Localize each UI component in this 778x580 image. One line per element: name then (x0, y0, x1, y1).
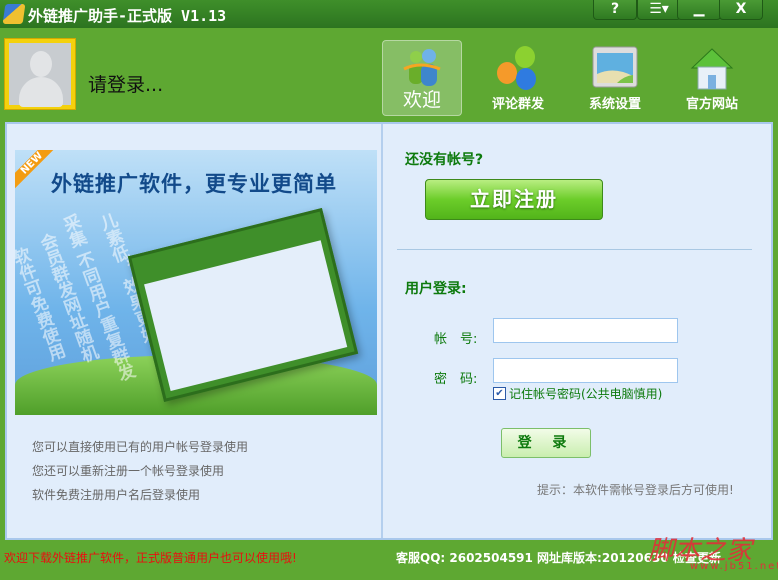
login-button[interactable]: 登 录 (501, 428, 591, 458)
nav-welcome[interactable]: 欢迎 (382, 40, 462, 116)
close-button[interactable]: X (719, 0, 763, 20)
nav-label: 欢迎 (402, 89, 441, 111)
tip-text: 您还可以重新注册一个帐号登录使用 (32, 464, 225, 478)
remember-checkbox[interactable]: ✔ (493, 387, 506, 400)
header: 请登录... 欢迎 评论群发 系统设置 官方网站 (0, 28, 778, 122)
bubbles-icon (497, 46, 536, 90)
tip-text: 您可以直接使用已有的用户帐号登录使用 (32, 440, 249, 454)
login-pane: 还没有帐号? 立即注册 用户登录: 帐 号: 密 码: ✔ 记住帐号密码(公共电… (387, 124, 771, 538)
avatar[interactable] (5, 39, 75, 109)
nav-official-site[interactable]: 官方网站 (672, 40, 752, 116)
password-label: 密 码: (434, 372, 478, 387)
tip-text: 软件免费注册用户名后登录使用 (32, 488, 201, 502)
minimize-button[interactable]: ▁ (677, 0, 721, 20)
window-title: 外链推广助手-正式版 V1.13 (28, 7, 227, 25)
nav-system-settings[interactable]: 系统设置 (575, 40, 655, 116)
register-heading: 还没有帐号? (405, 152, 484, 168)
login-hint: 提示：本软件需帐号登录后方可使用! (537, 483, 734, 497)
login-prompt: 请登录... (88, 74, 164, 96)
nav-label: 系统设置 (588, 97, 641, 112)
register-button[interactable]: 立即注册 (425, 179, 603, 220)
settings-window-icon (592, 46, 638, 88)
account-label: 帐 号: (434, 332, 478, 347)
promo-banner: NEW 外链推广软件，更专业更简单 软件可免费使用 会员群发网址随机 采集 不同… (15, 150, 377, 415)
nav-label: 官方网站 (685, 97, 738, 112)
app-icon (2, 4, 26, 24)
password-input[interactable] (493, 358, 678, 383)
watermark-url: www.jb51.net (690, 561, 778, 572)
login-heading: 用户登录: (405, 281, 467, 297)
account-input[interactable] (493, 318, 678, 343)
main-panel: NEW 外链推广软件，更专业更简单 软件可免费使用 会员群发网址随机 采集 不同… (5, 122, 773, 540)
remember-label[interactable]: 记住帐号密码(公共电脑慎用) (509, 385, 662, 402)
users-icon (403, 49, 441, 86)
house-icon (690, 48, 734, 90)
banner-slogan: 外链推广软件，更专业更简单 (51, 172, 337, 196)
title-bar: 外链推广助手-正式版 V1.13 ? ☰▾ ▁ X (0, 0, 778, 28)
welcome-pane: NEW 外链推广软件，更专业更简单 软件可免费使用 会员群发网址随机 采集 不同… (7, 124, 383, 538)
nav-comment-broadcast[interactable]: 评论群发 (478, 40, 558, 116)
footer-notice: 欢迎下载外链推广软件，正式版普通用户也可以使用哦! (4, 551, 297, 565)
help-button[interactable]: ? (593, 0, 637, 20)
menu-button[interactable]: ☰▾ (637, 0, 681, 20)
nav-label: 评论群发 (491, 97, 544, 112)
divider (397, 249, 752, 250)
